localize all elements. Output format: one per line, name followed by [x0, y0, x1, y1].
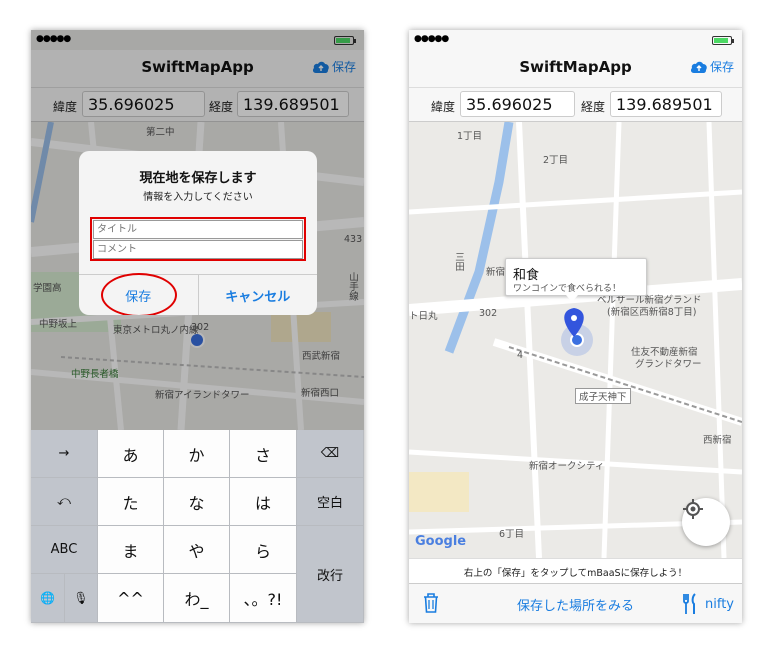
kana-key[interactable]: ら — [230, 526, 297, 574]
map-label: 成子天神下 — [575, 388, 631, 404]
title-input[interactable] — [93, 220, 303, 239]
navigation-bar: SwiftMapApp 保存 — [409, 50, 742, 88]
map-label: 302 — [479, 308, 498, 319]
map-label: ト日丸 — [409, 311, 438, 322]
map-label: 西新宿 — [703, 435, 732, 446]
nifty-label: nifty — [705, 596, 734, 612]
pin-callout[interactable]: 和食 ワンコインで食べられる！ — [505, 258, 647, 302]
kana-key[interactable]: あ — [98, 430, 164, 478]
enter-key[interactable]: 改行 — [297, 526, 364, 623]
right-screen: ●●●●● SwiftMapApp 保存 緯度 35.696025 経度 139… — [409, 30, 742, 623]
space-key[interactable]: 空白 — [297, 478, 364, 526]
battery-icon — [712, 36, 734, 45]
alert-title: 現在地を保存します — [139, 171, 257, 186]
map-label: 1丁目 — [457, 131, 483, 142]
current-location-button[interactable] — [682, 498, 730, 546]
save-location-alert: 現在地を保存します 情報を入力してください 保存 キャンセル — [79, 151, 317, 315]
globe-key[interactable]: 🌐 — [31, 574, 65, 623]
map-label: (新宿区西新宿8丁目) — [607, 307, 697, 318]
google-logo: Google — [415, 534, 467, 549]
map-label: グランドタワー — [635, 359, 702, 370]
kana-key[interactable]: わ_ — [164, 574, 230, 623]
save-nav-label: 保存 — [709, 60, 734, 74]
map-label: 三田 — [453, 252, 464, 271]
map-label: 新宿オークシティ — [529, 461, 605, 472]
signal-dots-icon: ●●●●● — [414, 34, 449, 44]
latitude-label: 緯度 — [431, 100, 456, 114]
kana-key[interactable]: や — [164, 526, 230, 574]
highlighted-fields — [90, 217, 306, 261]
longitude-field[interactable]: 139.689501 — [610, 91, 722, 117]
save-nav-button[interactable]: 保存 — [690, 58, 734, 75]
latitude-field[interactable]: 35.696025 — [460, 91, 575, 117]
kana-key[interactable]: さ — [230, 430, 297, 478]
arrow-key[interactable]: → — [31, 430, 98, 478]
info-message: 右上の「保存」をタップしてmBaaSに保存しよう！ — [409, 558, 742, 583]
longitude-label: 経度 — [581, 100, 606, 114]
cloud-upload-icon — [690, 61, 707, 73]
highlight-circle — [101, 273, 177, 315]
map-label: 2丁目 — [543, 155, 569, 166]
kana-key[interactable]: た — [98, 478, 164, 526]
abc-key[interactable]: ABC — [31, 526, 98, 574]
kana-key[interactable]: ^^ — [98, 574, 164, 623]
map-roads — [409, 122, 742, 558]
bottom-toolbar: 保存した場所をみる nifty — [409, 583, 742, 623]
alert-cancel-button[interactable]: キャンセル — [197, 275, 318, 315]
japanese-keyboard: → あ か さ ⌫ ⤺ た な は 空白 ABC ま や ら 改行 🌐 🎙 ^^… — [31, 430, 364, 623]
crosshair-icon — [683, 499, 703, 519]
alert-buttons: 保存 キャンセル — [79, 273, 318, 315]
coordinate-bar: 緯度 35.696025 経度 139.689501 — [409, 88, 742, 122]
status-bar: ●●●●● — [409, 30, 742, 50]
kana-key[interactable]: な — [164, 478, 230, 526]
map-label: 4 — [517, 350, 524, 361]
alert-cancel-label: キャンセル — [225, 289, 291, 305]
undo-key[interactable]: ⤺ — [31, 478, 98, 526]
nifty-button[interactable]: nifty — [681, 593, 734, 615]
callout-subtitle: ワンコインで食べられる！ — [513, 284, 622, 294]
left-screen: ●●●●● SwiftMapApp 保存 緯度 35.696025 経度 139… — [31, 30, 364, 623]
alert-message: 情報を入力してください — [143, 192, 253, 203]
kana-key[interactable]: ま — [98, 526, 164, 574]
alert-save-button[interactable]: 保存 — [79, 273, 198, 315]
kana-key[interactable]: か — [164, 430, 230, 478]
map-view[interactable]: 1丁目 2丁目 三田 ト日丸 302 4 新宿 ベルサール新宿グランド (新宿区… — [409, 122, 742, 558]
backspace-key[interactable]: ⌫ — [297, 430, 364, 478]
mic-key[interactable]: 🎙 — [65, 574, 98, 623]
kana-key[interactable]: 、。?! — [230, 574, 297, 623]
fork-knife-icon — [683, 593, 696, 614]
comment-input[interactable] — [93, 240, 303, 259]
map-label: 6丁目 — [499, 529, 525, 540]
kana-key[interactable]: は — [230, 478, 297, 526]
map-label: 新宿 — [486, 267, 506, 278]
